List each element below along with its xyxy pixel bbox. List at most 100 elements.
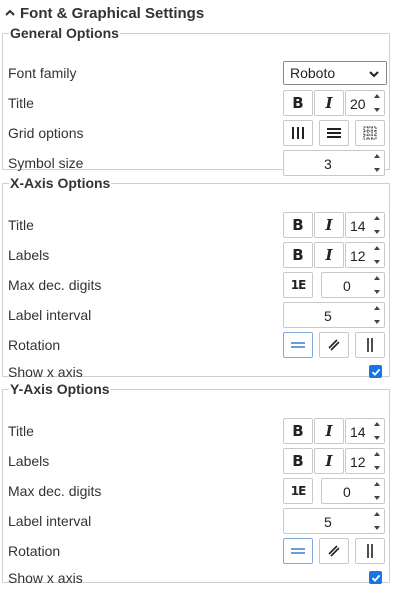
grid-horizontal-button[interactable] [319,120,349,146]
font-family-label: Font family [8,65,77,81]
x-rotation-90-button[interactable] [355,332,385,358]
y-labels-label: Labels [8,453,50,469]
title-label: Title [8,95,34,111]
x-title-size-stepper[interactable]: 14 [345,212,385,238]
x-interval-row: Label interval 5 [3,302,389,328]
y-maxdec-row: Max dec. digits 1E 0 [3,478,389,504]
diagonal-rotation-icon [327,544,341,558]
y-show-axis-label: Show x axis [8,570,83,586]
x-axis-options-group: X-Axis Options Title B I 14 Labels B I 1… [2,175,390,380]
x-interval-label: Label interval [8,307,92,323]
checkmark-icon [371,368,380,376]
x-labels-label: Labels [8,247,50,263]
horizontal-lines-icon [327,127,341,139]
stepper-arrows-icon[interactable] [373,452,381,470]
y-rotation-90-button[interactable] [355,538,385,564]
y-axis-options-group: Y-Axis Options Title B I 14 Labels B I 1… [2,381,390,586]
x-title-size-value: 14 [350,218,366,234]
y-maxdec-label: Max dec. digits [8,483,102,499]
title-row: Title B I 20 [3,90,389,116]
x-title-italic-button[interactable]: I [314,212,344,238]
x-show-axis-checkbox[interactable] [369,365,382,378]
x-title-row: Title B I 14 [3,212,389,238]
stepper-arrows-icon[interactable] [373,94,381,112]
y-interval-label: Label interval [8,513,92,529]
y-rotation-45-button[interactable] [319,538,349,564]
symbol-size-label: Symbol size [8,155,84,171]
panel-title: Font & Graphical Settings [20,4,205,22]
y-title-row: Title B I 14 [3,418,389,444]
stepper-arrows-icon[interactable] [373,482,381,500]
y-labels-row: Labels B I 12 [3,448,389,474]
stepper-arrows-icon[interactable] [373,512,381,530]
symbol-size-row: Symbol size 3 [3,150,389,176]
x-maxdec-value: 0 [343,278,351,294]
x-title-bold-button[interactable]: B [283,212,313,238]
grid-both-button[interactable] [355,120,385,146]
y-title-label: Title [8,423,34,439]
y-labels-size-stepper[interactable]: 12 [345,448,385,474]
x-exponent-button[interactable]: 1E [283,272,313,298]
general-options-group: General Options Font family Roboto Title… [2,25,390,176]
y-labels-bold-button[interactable]: B [283,448,313,474]
y-title-italic-button[interactable]: I [314,418,344,444]
y-rotation-0-button[interactable] [283,538,313,564]
x-interval-value: 5 [324,308,332,324]
x-rotation-label: Rotation [8,337,61,353]
stepper-arrows-icon[interactable] [373,216,381,234]
y-title-size-value: 14 [350,424,366,440]
title-italic-button[interactable]: I [314,90,344,116]
stepper-arrows-icon[interactable] [373,306,381,324]
y-axis-options-legend: Y-Axis Options [10,381,110,397]
y-labels-size-value: 12 [350,454,366,470]
chevron-up-icon [4,7,16,19]
grid-icon [363,126,377,140]
grid-vertical-button[interactable] [283,120,313,146]
y-maxdec-stepper[interactable]: 0 [321,478,385,504]
x-labels-size-value: 12 [350,248,366,264]
x-labels-size-stepper[interactable]: 12 [345,242,385,268]
y-rotation-row: Rotation [3,538,389,564]
y-interval-stepper[interactable]: 5 [283,508,385,534]
font-family-select[interactable]: Roboto [283,61,387,85]
stepper-arrows-icon[interactable] [373,154,381,172]
x-rotation-row: Rotation [3,332,389,358]
grid-label: Grid options [8,125,84,141]
title-bold-button[interactable]: B [283,90,313,116]
x-labels-row: Labels B I 12 [3,242,389,268]
stepper-arrows-icon[interactable] [373,422,381,440]
y-interval-row: Label interval 5 [3,508,389,534]
y-exponent-button[interactable]: 1E [283,478,313,504]
y-show-axis-row: Show x axis [3,565,389,591]
y-interval-value: 5 [324,514,332,530]
x-labels-italic-button[interactable]: I [314,242,344,268]
symbol-size-stepper[interactable]: 3 [283,150,385,176]
y-title-bold-button[interactable]: B [283,418,313,444]
title-size-value: 20 [350,96,366,112]
x-labels-bold-button[interactable]: B [283,242,313,268]
y-rotation-label: Rotation [8,543,61,559]
general-options-legend: General Options [10,25,119,41]
x-rotation-45-button[interactable] [319,332,349,358]
grid-row: Grid options [3,120,389,146]
y-title-size-stepper[interactable]: 14 [345,418,385,444]
x-interval-stepper[interactable]: 5 [283,302,385,328]
checkmark-icon [371,574,380,582]
x-show-axis-label: Show x axis [8,364,83,380]
x-maxdec-row: Max dec. digits 1E 0 [3,272,389,298]
symbol-size-value: 3 [324,156,332,172]
stepper-arrows-icon[interactable] [373,276,381,294]
stepper-arrows-icon[interactable] [373,246,381,264]
horizontal-rotation-icon [290,547,306,555]
font-family-row: Font family Roboto [3,60,389,86]
title-size-stepper[interactable]: 20 [345,90,385,116]
x-rotation-0-button[interactable] [283,332,313,358]
x-maxdec-stepper[interactable]: 0 [321,272,385,298]
y-labels-italic-button[interactable]: I [314,448,344,474]
x-axis-options-legend: X-Axis Options [10,175,111,191]
panel-header[interactable]: Font & Graphical Settings [4,3,204,23]
x-maxdec-label: Max dec. digits [8,277,102,293]
vertical-lines-icon [291,127,305,139]
y-show-axis-checkbox[interactable] [369,571,382,584]
vertical-rotation-icon [366,543,374,559]
